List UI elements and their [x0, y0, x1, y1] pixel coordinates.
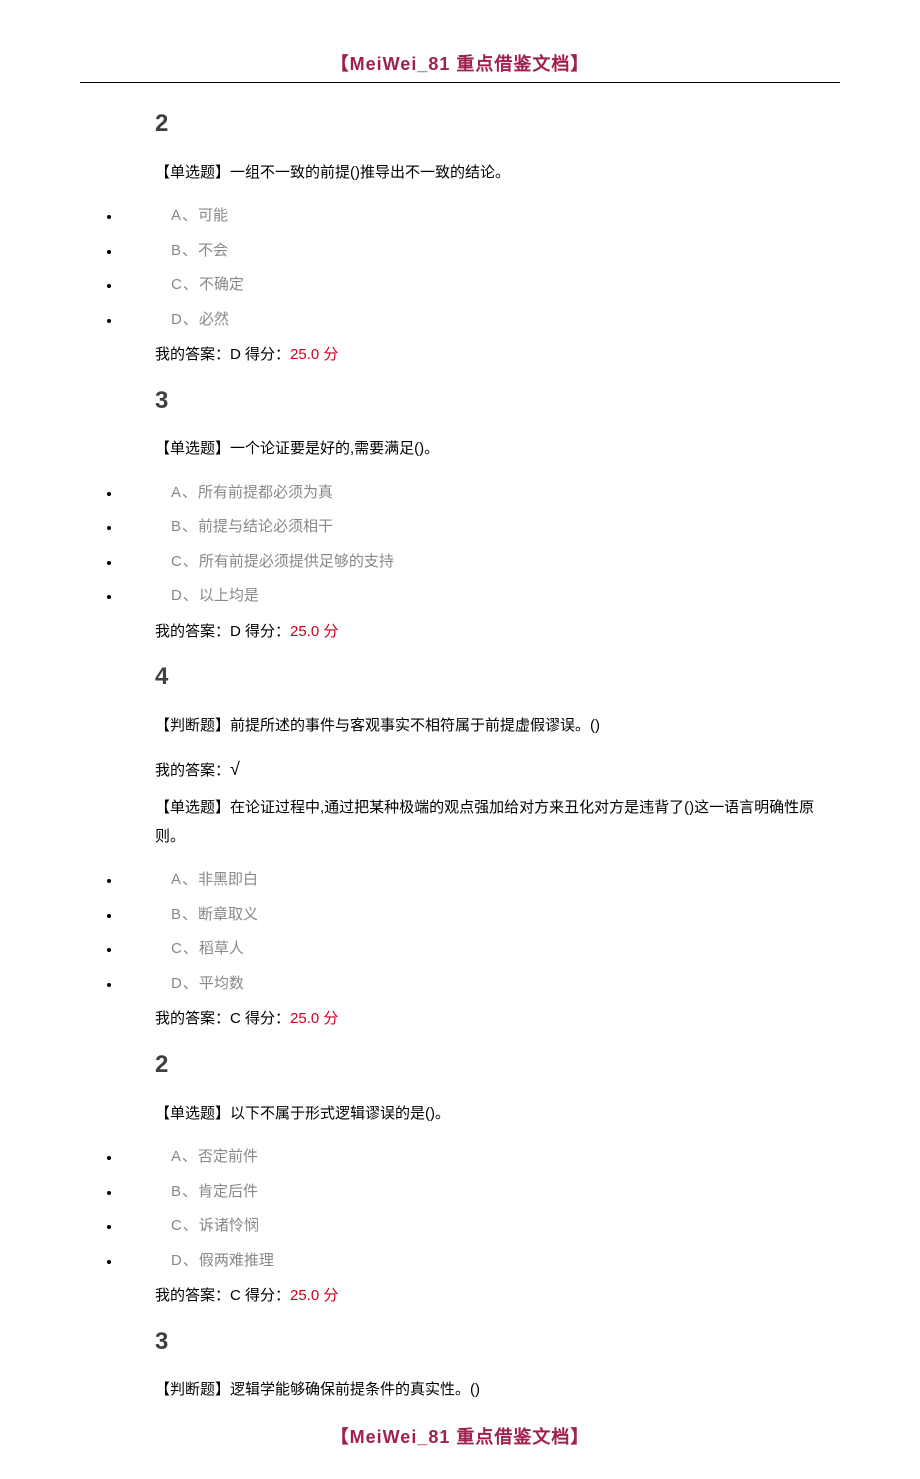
- option-label: A、: [171, 871, 198, 888]
- option-text: 平均数: [199, 975, 244, 992]
- page-footer: 【MeiWei_81 重点借鉴文档】: [80, 1423, 840, 1449]
- option-item: D、假两难推理: [121, 1244, 840, 1279]
- option-text: 前提与结论必须相干: [198, 518, 333, 535]
- option-text: 以上均是: [199, 587, 259, 604]
- option-item: B、不会: [121, 234, 840, 269]
- question-text: 【单选题】一组不一致的前提()推导出不一致的结论。: [155, 159, 840, 188]
- question-text: 【单选题】在论证过程中,通过把某种极端的观点强加给对方来丑化对方是违背了()这一…: [155, 794, 840, 851]
- option-label: B、: [171, 1183, 198, 1200]
- option-item: C、所有前提必须提供足够的支持: [121, 545, 840, 580]
- option-text: 肯定后件: [198, 1183, 258, 1200]
- option-item: A、可能: [121, 199, 840, 234]
- option-text: 所有前提必须提供足够的支持: [199, 553, 394, 570]
- option-item: C、稻草人: [121, 932, 840, 967]
- option-item: A、所有前提都必须为真: [121, 476, 840, 511]
- answer-line: 我的答案：√: [155, 752, 840, 786]
- option-item: D、平均数: [121, 967, 840, 1002]
- score-value: 25.0 分: [290, 623, 338, 640]
- option-label: C、: [171, 1217, 199, 1234]
- option-item: A、非黑即白: [121, 863, 840, 898]
- question-text: 【判断题】前提所述的事件与客观事实不相符属于前提虚假谬误。(): [155, 712, 840, 741]
- option-label: D、: [171, 587, 199, 604]
- option-text: 断章取义: [198, 906, 258, 923]
- option-text: 必然: [199, 311, 229, 328]
- question-block: 2 【单选题】以下不属于形式逻辑谬误的是()。 A、否定前件 B、肯定后件 C、诉诸怜悯…: [155, 1042, 840, 1311]
- option-item: C、不确定: [121, 268, 840, 303]
- score-value: 25.0 分: [290, 346, 338, 363]
- option-item: C、诉诸怜悯: [121, 1209, 840, 1244]
- option-label: B、: [171, 906, 198, 923]
- answer-line: 我的答案：D 得分：25.0 分: [155, 618, 840, 647]
- option-list: A、否定前件B、肯定后件C、诉诸怜悯D、假两难推理: [103, 1140, 840, 1278]
- option-label: C、: [171, 940, 199, 957]
- question-text: 【单选题】一个论证要是好的,需要满足()。: [155, 435, 840, 464]
- option-text: 可能: [198, 207, 228, 224]
- option-item: B、断章取义: [121, 898, 840, 933]
- option-label: A、: [171, 207, 198, 224]
- option-item: D、必然: [121, 303, 840, 338]
- question-block: 【单选题】在论证过程中,通过把某种极端的观点强加给对方来丑化对方是违背了()这一…: [155, 794, 840, 1034]
- option-label: A、: [171, 1148, 198, 1165]
- option-label: A、: [171, 484, 198, 501]
- question-number: 2: [155, 101, 840, 147]
- question-number: 3: [155, 1319, 840, 1365]
- option-item: A、否定前件: [121, 1140, 840, 1175]
- score-value: 25.0 分: [290, 1010, 338, 1027]
- question-block: 2 【单选题】一组不一致的前提()推导出不一致的结论。 A、可能 B、不会 C、不确定 D…: [155, 101, 840, 370]
- option-text: 非黑即白: [198, 871, 258, 888]
- answer-line: 我的答案：D 得分：25.0 分: [155, 341, 840, 370]
- option-list: A、非黑即白B、断章取义C、稻草人D、平均数: [103, 863, 840, 1001]
- option-item: B、前提与结论必须相干: [121, 510, 840, 545]
- option-list: A、可能B、不会C、不确定D、必然: [103, 199, 840, 337]
- option-item: D、以上均是: [121, 579, 840, 614]
- option-label: D、: [171, 1252, 199, 1269]
- option-text: 所有前提都必须为真: [198, 484, 333, 501]
- option-text: 稻草人: [199, 940, 244, 957]
- option-text: 不确定: [199, 276, 244, 293]
- answer-line: 我的答案：C 得分：25.0 分: [155, 1005, 840, 1034]
- check-icon: √: [230, 759, 240, 779]
- option-text: 不会: [198, 242, 228, 259]
- page-header: 【MeiWei_81 重点借鉴文档】: [80, 50, 840, 83]
- document-body: 2【单选题】一组不一致的前提()推导出不一致的结论。A、可能B、不会C、不确定D…: [80, 101, 840, 1405]
- question-block: 3 【单选题】一个论证要是好的,需要满足()。 A、所有前提都必须为真B、前提与结论…: [155, 378, 840, 647]
- question-text: 【单选题】以下不属于形式逻辑谬误的是()。: [155, 1100, 840, 1129]
- option-label: B、: [171, 518, 198, 535]
- question-text: 【判断题】逻辑学能够确保前提条件的真实性。(): [155, 1376, 840, 1405]
- option-text: 诉诸怜悯: [199, 1217, 259, 1234]
- question-number: 3: [155, 378, 840, 424]
- option-label: C、: [171, 553, 199, 570]
- question-block: 4 【判断题】前提所述的事件与客观事实不相符属于前提虚假谬误。() 我的答案：√: [155, 654, 840, 786]
- question-block: 3 【判断题】逻辑学能够确保前提条件的真实性。(): [155, 1319, 840, 1405]
- question-number: 2: [155, 1042, 840, 1088]
- option-text: 否定前件: [198, 1148, 258, 1165]
- option-label: D、: [171, 311, 199, 328]
- option-item: B、肯定后件: [121, 1175, 840, 1210]
- option-label: D、: [171, 975, 199, 992]
- answer-line: 我的答案：C 得分：25.0 分: [155, 1282, 840, 1311]
- option-list: A、所有前提都必须为真B、前提与结论必须相干C、所有前提必须提供足够的支持D、以…: [103, 476, 840, 614]
- question-number: 4: [155, 654, 840, 700]
- option-label: B、: [171, 242, 198, 259]
- option-text: 假两难推理: [199, 1252, 274, 1269]
- option-label: C、: [171, 276, 199, 293]
